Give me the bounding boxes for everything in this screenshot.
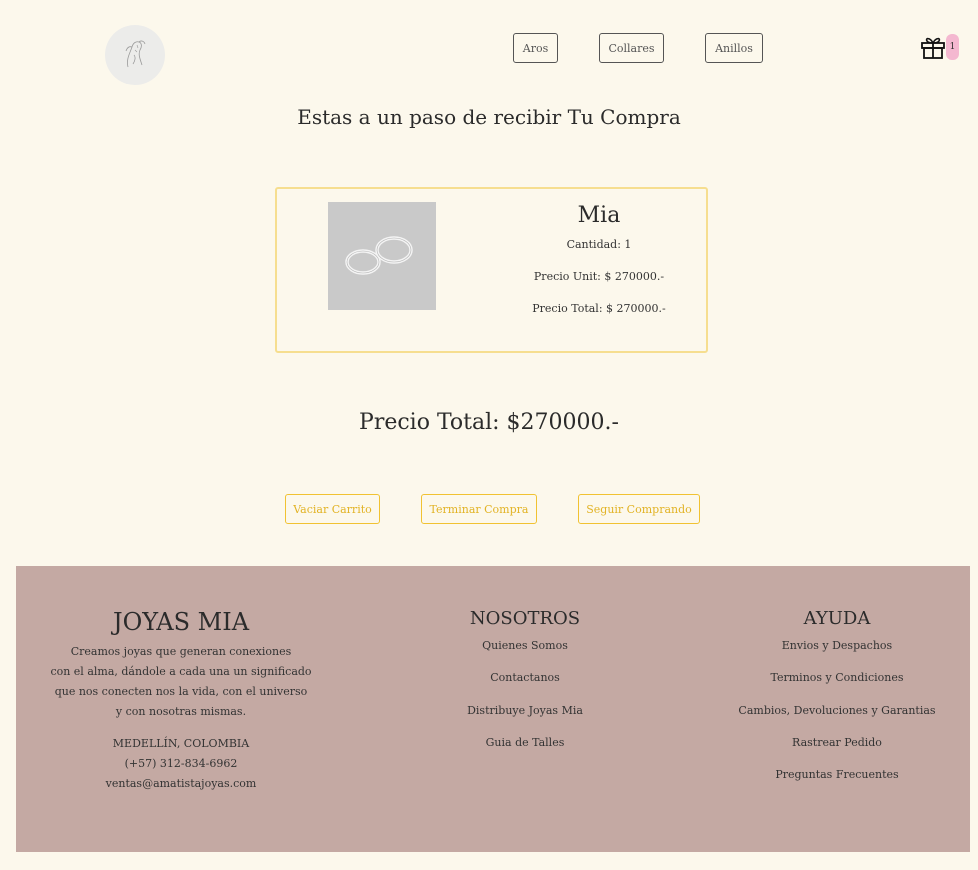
logo-sketch-icon bbox=[125, 40, 146, 68]
footer-link-rastrear[interactable]: Rastrear Pedido bbox=[717, 736, 957, 749]
site-footer: JOYAS MIA Creamos joyas que generan cone… bbox=[16, 566, 970, 852]
item-total-price: Precio Total: $ 270000.- bbox=[532, 302, 666, 315]
footer-nosotros-title: NOSOTROS bbox=[469, 608, 581, 629]
nav-aros[interactable]: Aros bbox=[513, 33, 558, 63]
footer-link-envios[interactable]: Envios y Despachos bbox=[717, 639, 957, 652]
brand-logo[interactable] bbox=[105, 25, 165, 85]
nav-collares[interactable]: Collares bbox=[599, 33, 664, 63]
item-name: Mia bbox=[577, 203, 621, 228]
footer-description-line: y con nosotras mismas. bbox=[115, 705, 247, 718]
footer-link-contactanos[interactable]: Contactanos bbox=[425, 671, 625, 684]
footer-link-cambios[interactable]: Cambios, Devoluciones y Garantias bbox=[717, 704, 957, 717]
item-unit-price: Precio Unit: $ 270000.- bbox=[533, 270, 665, 283]
footer-description-line: que nos conecten nos la vida, con el uni… bbox=[54, 685, 308, 698]
footer-phone: (+57) 312-834-6962 bbox=[124, 757, 238, 770]
footer-link-preguntas[interactable]: Preguntas Frecuentes bbox=[717, 768, 957, 781]
continue-shopping-button[interactable]: Seguir Comprando bbox=[578, 494, 700, 524]
footer-description-line: Creamos joyas que generan conexiones bbox=[70, 645, 292, 658]
footer-ayuda-title: AYUDA bbox=[803, 608, 871, 629]
grand-total: Precio Total: $270000.- bbox=[359, 410, 619, 435]
item-quantity: Cantidad: 1 bbox=[566, 238, 632, 251]
cart-item-card: Mia Cantidad: 1 Precio Unit: $ 270000.- … bbox=[275, 187, 708, 353]
footer-link-terminos[interactable]: Terminos y Condiciones bbox=[717, 671, 957, 684]
footer-brand: JOYAS MIA Creamos joyas que generan cone… bbox=[36, 608, 326, 794]
footer-brand-title: JOYAS MIA bbox=[112, 608, 250, 636]
checkout-button[interactable]: Terminar Compra bbox=[421, 494, 537, 524]
hoop-earrings-icon bbox=[345, 236, 413, 275]
footer-nosotros: NOSOTROS Quienes Somos Contactanos Distr… bbox=[425, 608, 625, 749]
gift-icon bbox=[921, 37, 945, 59]
empty-cart-button[interactable]: Vaciar Carrito bbox=[285, 494, 380, 524]
product-image bbox=[328, 202, 436, 310]
cart-count-badge: 1 bbox=[946, 34, 959, 60]
page-title: Estas a un paso de recibir Tu Compra bbox=[297, 105, 681, 129]
footer-link-distribuye[interactable]: Distribuye Joyas Mia bbox=[425, 704, 625, 717]
footer-ayuda: AYUDA Envios y Despachos Terminos y Cond… bbox=[717, 608, 957, 781]
nav-anillos[interactable]: Anillos bbox=[705, 33, 763, 63]
footer-link-guia-talles[interactable]: Guia de Talles bbox=[425, 736, 625, 749]
footer-description-line: con el alma, dándole a cada una un signi… bbox=[50, 665, 312, 678]
footer-email[interactable]: ventas@amatistajoyas.com bbox=[36, 774, 326, 794]
footer-location: MEDELLÍN, COLOMBIA bbox=[112, 737, 250, 750]
cart-button[interactable]: 1 bbox=[920, 32, 960, 62]
footer-link-quienes-somos[interactable]: Quienes Somos bbox=[425, 639, 625, 652]
